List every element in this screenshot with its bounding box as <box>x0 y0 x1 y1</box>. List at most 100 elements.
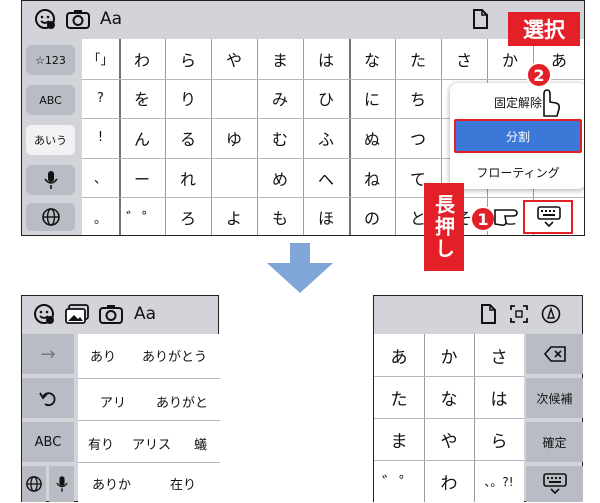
markup-pen-icon[interactable] <box>540 301 562 327</box>
kana-key[interactable]: ほ <box>303 197 349 235</box>
kana-key[interactable]: は <box>474 376 524 418</box>
kana-key[interactable]: ま <box>257 39 303 79</box>
globe-key[interactable] <box>26 203 75 231</box>
candidate-word[interactable]: ありがとう <box>142 346 207 365</box>
kana-key[interactable]: る <box>165 118 211 158</box>
kana-key[interactable]: み <box>257 78 303 119</box>
kana-key[interactable]: や <box>211 39 257 79</box>
kana-key[interactable]: れ <box>165 157 211 198</box>
kana-key[interactable]: 、 <box>82 157 119 198</box>
document-icon[interactable] <box>478 301 498 327</box>
divider <box>119 39 121 235</box>
text-format-button[interactable]: Aa <box>132 301 158 327</box>
globe-key[interactable] <box>22 466 46 502</box>
candidate-word[interactable]: 蟻 <box>194 434 207 453</box>
kana-key[interactable]: よ <box>211 197 257 235</box>
emoji-icon[interactable] <box>32 301 56 327</box>
kana-key[interactable]: り <box>165 78 211 119</box>
kana-key[interactable]: ね <box>349 157 395 198</box>
emoji-icon[interactable] <box>32 6 58 32</box>
kana-key[interactable]: ゆ <box>211 118 257 158</box>
kana-key[interactable]: を <box>119 78 165 119</box>
undo-key[interactable] <box>22 378 74 418</box>
kana-key[interactable]: 。 <box>82 197 119 235</box>
kana-key[interactable]: の <box>349 197 395 235</box>
arrow-right-key[interactable]: → <box>22 334 74 374</box>
kana-key[interactable]: ぬ <box>349 118 395 158</box>
kana-key[interactable]: は <box>303 39 349 79</box>
kana-key[interactable]: ろ <box>165 197 211 235</box>
divider <box>303 39 304 235</box>
confirm-key[interactable]: 確定 <box>526 422 583 462</box>
candidate-word[interactable]: あり <box>90 346 116 365</box>
kana-key[interactable]: 「」 <box>82 39 119 79</box>
kana-key[interactable]: に <box>349 78 395 119</box>
kana-key[interactable]: も <box>257 197 303 235</box>
kana-key[interactable] <box>211 157 257 198</box>
text-format-button[interactable]: Aa <box>98 6 124 32</box>
kana-key[interactable]: ー <box>119 157 165 198</box>
kana-key[interactable]: わ <box>424 460 474 502</box>
kana-key[interactable]: た <box>395 39 441 79</box>
divider <box>257 39 258 235</box>
right-toolbar <box>374 296 582 332</box>
globe-icon <box>26 476 42 492</box>
kana-key[interactable]: さ <box>474 334 524 376</box>
kana-key[interactable]: ま <box>374 418 424 460</box>
microphone-icon <box>43 171 58 189</box>
candidate-word[interactable]: アリス <box>132 434 171 453</box>
kana-key[interactable]: ゛゜ <box>374 460 424 502</box>
kana-key[interactable]: つ <box>395 118 441 158</box>
kana-key[interactable]: ん <box>119 118 165 158</box>
kana-key[interactable]: 、。?! <box>474 460 524 502</box>
scan-text-icon[interactable] <box>508 301 530 327</box>
microphone-key[interactable] <box>49 466 74 502</box>
next-candidate-key[interactable]: 次候補 <box>526 378 583 418</box>
keyboard-switch-key[interactable] <box>523 200 573 234</box>
kana-key[interactable]: へ <box>303 157 349 198</box>
kana-key[interactable]: か <box>424 334 474 376</box>
document-icon[interactable] <box>470 6 490 32</box>
divider <box>78 420 220 421</box>
left-toolbar: Aa <box>22 296 218 332</box>
kana-key[interactable]: ! <box>82 118 119 158</box>
menu-item-split[interactable]: 分割 <box>454 119 582 153</box>
kana-key[interactable]: む <box>257 118 303 158</box>
kana-key[interactable]: あ <box>374 334 424 376</box>
kana-mode-key[interactable]: あいう <box>26 125 75 155</box>
abc-mode-key[interactable]: ABC <box>26 85 75 115</box>
kana-key[interactable]: ふ <box>303 118 349 158</box>
kana-key[interactable]: な <box>349 39 395 79</box>
kana-key[interactable]: ゛゜ <box>119 197 165 235</box>
candidate-word[interactable]: 在り <box>170 474 196 493</box>
kana-key[interactable]: め <box>257 157 303 198</box>
kana-key[interactable]: ち <box>395 78 441 119</box>
menu-item-unpin[interactable]: 固定解除 <box>450 85 584 119</box>
candidate-word[interactable]: 有り <box>88 434 114 453</box>
kana-key[interactable]: や <box>424 418 474 460</box>
numbers-mode-key[interactable]: ☆123 <box>26 45 75 75</box>
keyboard-switch-key[interactable] <box>526 466 583 502</box>
camera-icon[interactable] <box>98 301 124 327</box>
kana-key[interactable]: な <box>424 376 474 418</box>
menu-item-floating[interactable]: フローティング <box>450 155 584 189</box>
abc-mode-key[interactable]: ABC <box>22 422 74 462</box>
keyboard-hide-icon <box>542 473 567 495</box>
kana-key[interactable]: わ <box>119 39 165 79</box>
photo-library-icon[interactable] <box>64 301 90 327</box>
candidate-word[interactable]: アリ <box>100 392 126 411</box>
kana-key[interactable]: た <box>374 376 424 418</box>
pointer-hand-icon <box>543 89 560 117</box>
keyboard-toolbar: Aa <box>22 1 584 37</box>
kana-key[interactable]: ら <box>474 418 524 460</box>
camera-icon[interactable] <box>64 6 92 32</box>
kana-key[interactable]: ひ <box>303 78 349 119</box>
candidate-word[interactable]: ありがと <box>156 392 208 411</box>
delete-key[interactable] <box>526 334 583 374</box>
kana-key[interactable]: ? <box>82 78 119 119</box>
kana-key[interactable]: ら <box>165 39 211 79</box>
candidate-word[interactable]: ありか <box>92 474 131 493</box>
kana-key[interactable]: さ <box>441 39 487 79</box>
kana-key[interactable] <box>211 78 257 119</box>
microphone-key[interactable] <box>26 165 75 195</box>
